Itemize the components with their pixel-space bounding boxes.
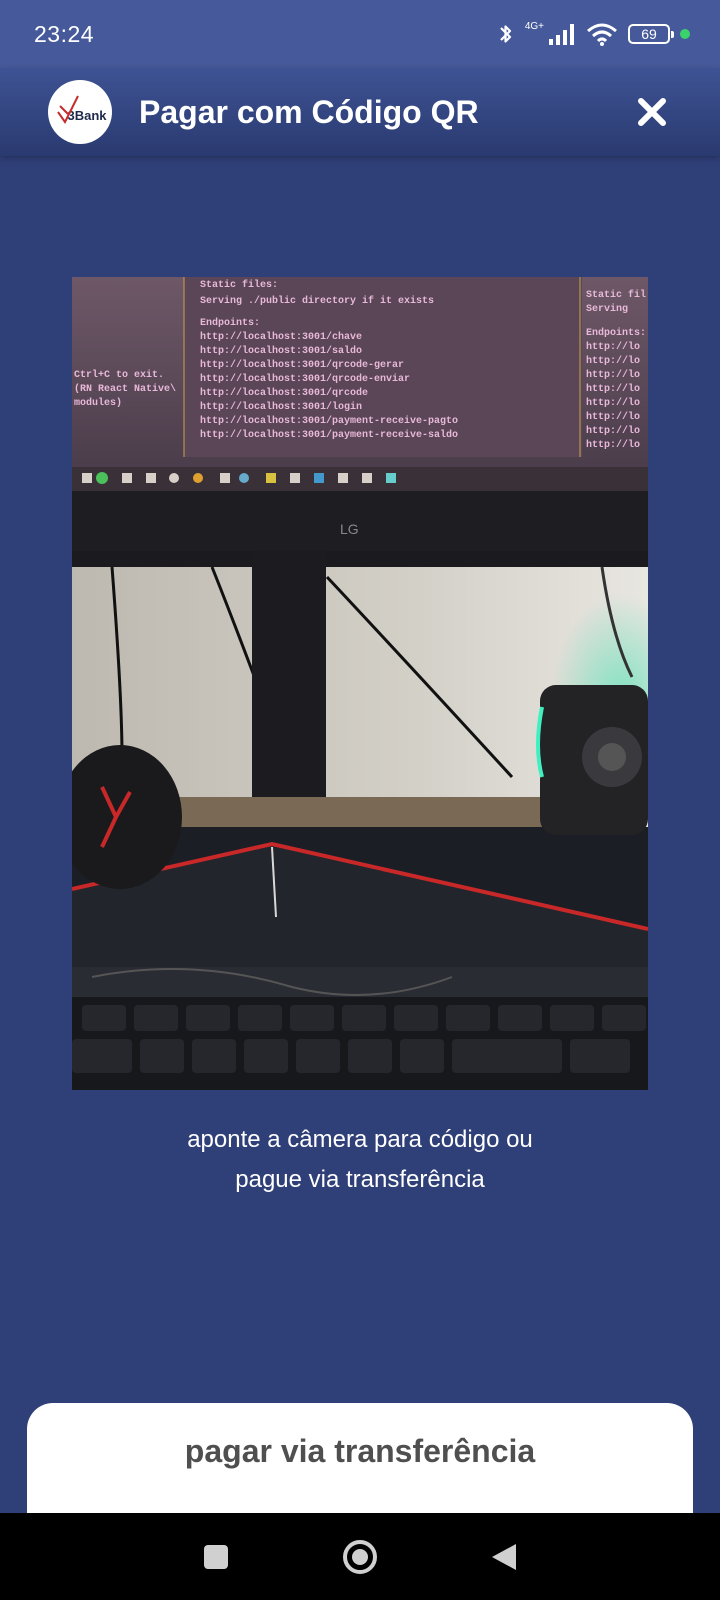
network-type-label: 4G+ (524, 20, 544, 32)
right-pane-line: http://lo (586, 341, 640, 353)
logo-check-icon (57, 95, 79, 124)
left-pane-line: Ctrl+C to exit. (74, 369, 164, 381)
right-pane-line: http://lo (586, 439, 640, 451)
terminal-line: http://localhost:3001/qrcode-enviar (200, 373, 410, 385)
terminal-line: http://localhost:3001/qrcode (200, 387, 368, 399)
recent-apps-icon (204, 1544, 228, 1569)
monitor-brand: LG (340, 521, 359, 537)
app-header: 3Bank Pagar com Código QR (0, 68, 720, 156)
close-button[interactable] (632, 92, 672, 132)
instruction-line-1: aponte a câmera para código ou (187, 1126, 533, 1153)
scan-instruction: aponte a câmera para código ou pague via… (0, 1120, 720, 1200)
terminal-line: http://localhost:3001/payment-receive-sa… (200, 429, 458, 441)
terminal-line: Static files: (200, 279, 278, 291)
camera-preview[interactable]: LG Static files: Serving ./public direct… (72, 277, 648, 1090)
back-icon (492, 1543, 516, 1570)
status-bar: 23:24 4G+ 69 (0, 0, 720, 68)
status-time: 23:24 (34, 20, 95, 47)
right-pane-line: http://lo (586, 397, 640, 409)
screen: 23:24 4G+ 69 3Bank Pagar com Código QR L… (0, 0, 720, 1600)
home-button[interactable] (340, 1537, 380, 1577)
wifi-icon (586, 22, 618, 46)
pay-via-transfer-button[interactable]: pagar via transferência (27, 1403, 693, 1523)
close-icon (638, 98, 666, 126)
battery-icon: 69 (628, 24, 674, 44)
terminal-line: Serving ./public directory if it exists (200, 295, 434, 307)
terminal-line: http://localhost:3001/saldo (200, 345, 362, 357)
signal-icon (548, 23, 576, 45)
right-pane-line: http://lo (586, 383, 640, 395)
terminal-line: http://localhost:3001/qrcode-gerar (200, 359, 404, 371)
active-dot (680, 29, 690, 39)
recent-apps-button[interactable] (196, 1537, 236, 1577)
right-pane-line: Serving (586, 303, 628, 315)
left-pane-line: modules) (74, 397, 122, 409)
instruction-line-2: pague via transferência (235, 1166, 485, 1193)
right-pane-line: http://lo (586, 425, 640, 437)
page-title: Pagar com Código QR (139, 93, 479, 130)
terminal-line: http://localhost:3001/login (200, 401, 362, 413)
right-pane-line: http://lo (586, 411, 640, 423)
home-icon (343, 1539, 377, 1574)
right-pane-line: http://lo (586, 369, 640, 381)
terminal-line: Endpoints: (200, 317, 260, 329)
back-button[interactable] (484, 1537, 524, 1577)
bluetooth-icon (497, 22, 515, 46)
pay-via-transfer-label: pagar via transferência (184, 1433, 536, 1469)
system-nav-bar (0, 1513, 720, 1600)
left-pane-line: (RN React Native\ (74, 383, 176, 395)
terminal-line: http://localhost:3001/payment-receive-pa… (200, 415, 458, 427)
right-pane-line: http://lo (586, 355, 640, 367)
right-pane-line: Endpoints: (586, 327, 646, 339)
right-pane-line: Static fil (586, 289, 646, 301)
app-logo: 3Bank (48, 80, 112, 144)
terminal-line: http://localhost:3001/chave (200, 331, 362, 343)
status-icons: 4G+ 69 (497, 20, 690, 46)
